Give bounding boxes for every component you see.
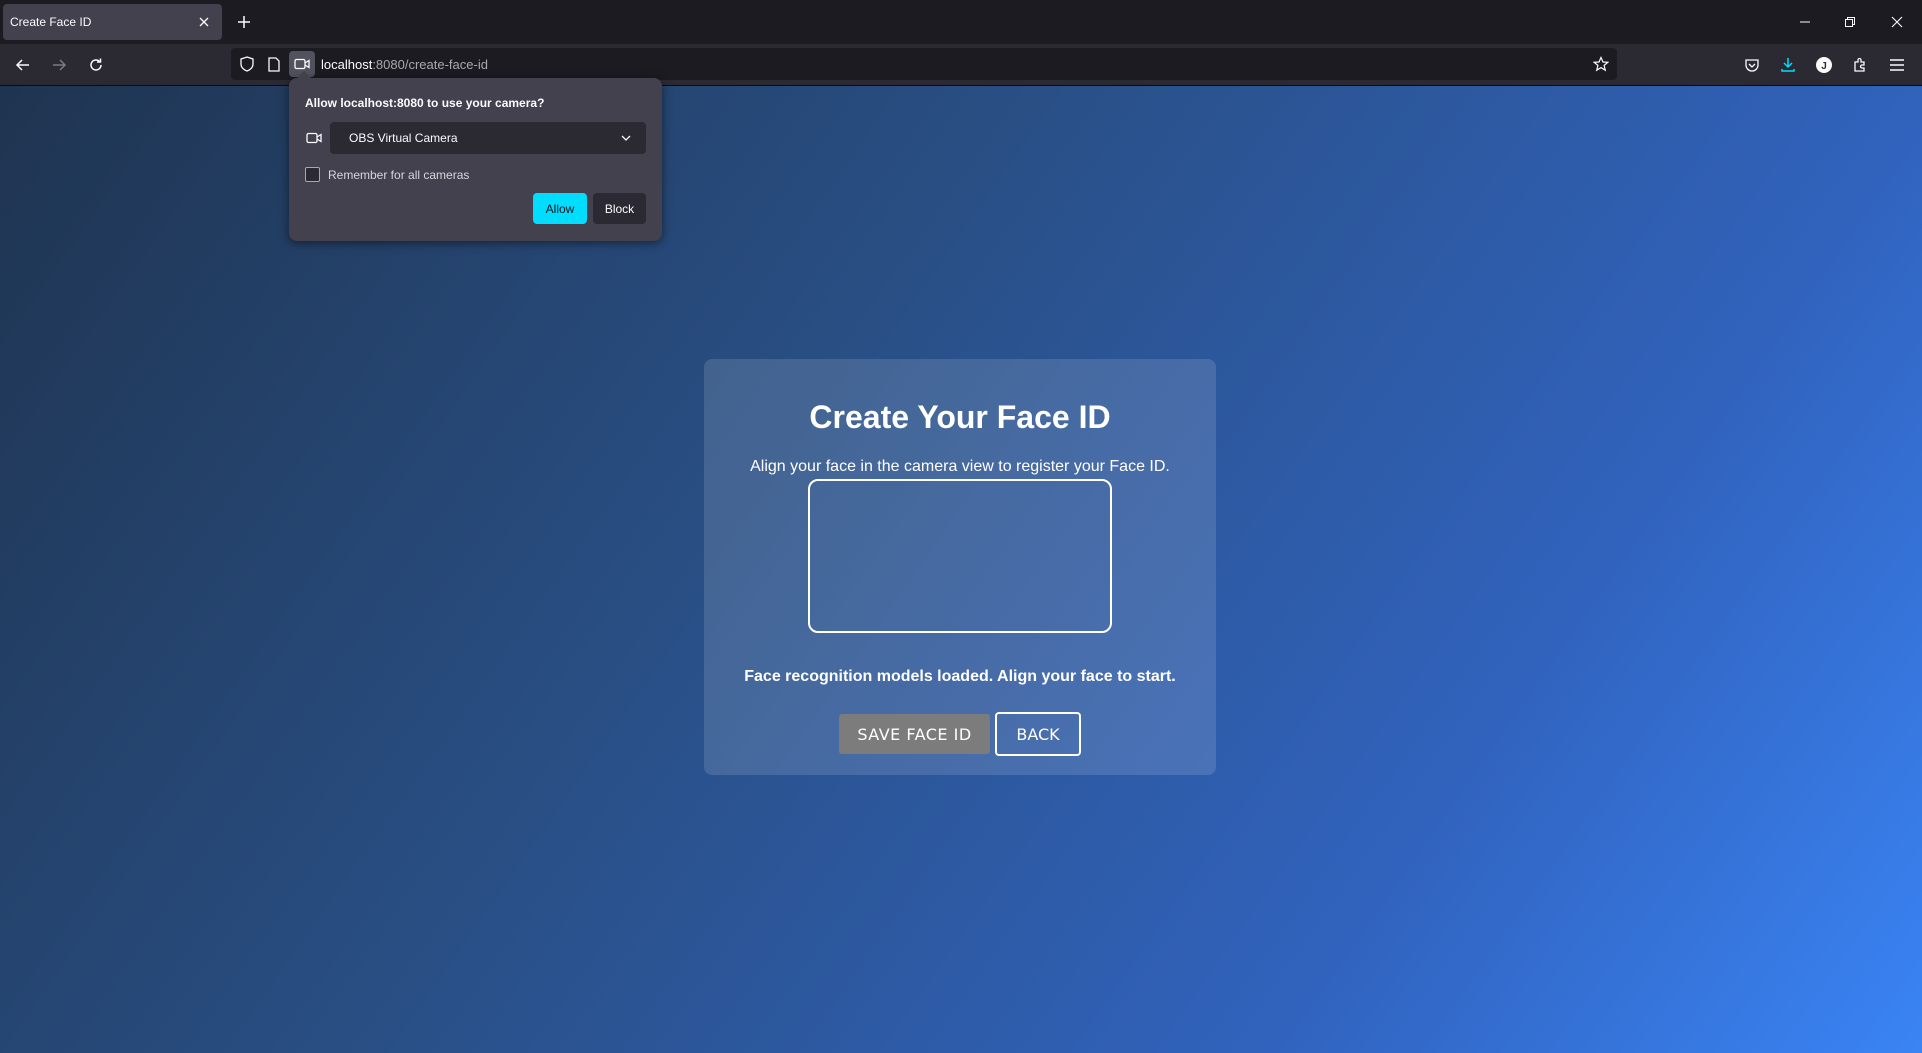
camera-icon [305,129,323,147]
url-host: localhost [321,57,373,72]
arrow-left-icon[interactable] [12,54,34,76]
remember-checkbox[interactable] [305,167,320,182]
camera-select[interactable]: OBS Virtual Camera [330,122,646,154]
close-icon[interactable] [194,12,214,32]
chevron-down-icon [618,130,634,146]
url-bar[interactable]: localhost:8080/create-face-id [231,48,1617,80]
pocket-icon[interactable] [1741,54,1763,76]
reload-icon[interactable] [85,54,107,76]
window-close-icon[interactable] [1885,10,1909,34]
popup-arrow [296,71,312,79]
nav-toolbar: localhost:8080/create-face-id J [0,44,1922,86]
puzzle-icon[interactable] [1849,54,1871,76]
camera-select-value: OBS Virtual Camera [349,131,458,145]
shield-icon[interactable] [237,54,257,74]
minimize-icon[interactable] [1793,10,1817,34]
page-subtitle: Align your face in the camera view to re… [750,458,1170,475]
download-icon[interactable] [1777,54,1799,76]
account-icon[interactable]: J [1813,54,1835,76]
tab-create-face-id[interactable]: Create Face ID [3,4,222,40]
svg-text:J: J [1821,61,1827,72]
arrow-right-icon[interactable] [48,54,70,76]
plus-icon[interactable] [234,12,254,32]
tab-strip: Create Face ID [0,0,1922,44]
hamburger-icon[interactable] [1886,54,1908,76]
camera-permission-popup: Allow localhost:8080 to use your camera?… [289,71,662,241]
save-face-id-button[interactable]: SAVE FACE ID [839,714,990,754]
page-icon[interactable] [264,54,284,74]
block-button[interactable]: Block [593,193,646,224]
permission-title: Allow localhost:8080 to use your camera? [305,96,545,110]
url-text[interactable]: localhost:8080/create-face-id [321,57,488,72]
star-icon[interactable] [1591,54,1611,74]
url-path: :8080/create-face-id [372,57,488,72]
tab-title: Create Face ID [10,15,92,29]
page-title: Create Your Face ID [809,399,1111,435]
back-button[interactable]: BACK [995,712,1081,756]
camera-view [808,479,1112,633]
remember-label: Remember for all cameras [328,167,470,182]
status-message: Face recognition models loaded. Align yo… [744,668,1176,685]
allow-button[interactable]: Allow [533,193,587,224]
restore-icon[interactable] [1838,10,1862,34]
face-id-card: Create Your Face ID Align your face in t… [704,359,1216,775]
remember-option[interactable]: Remember for all cameras [305,167,469,182]
